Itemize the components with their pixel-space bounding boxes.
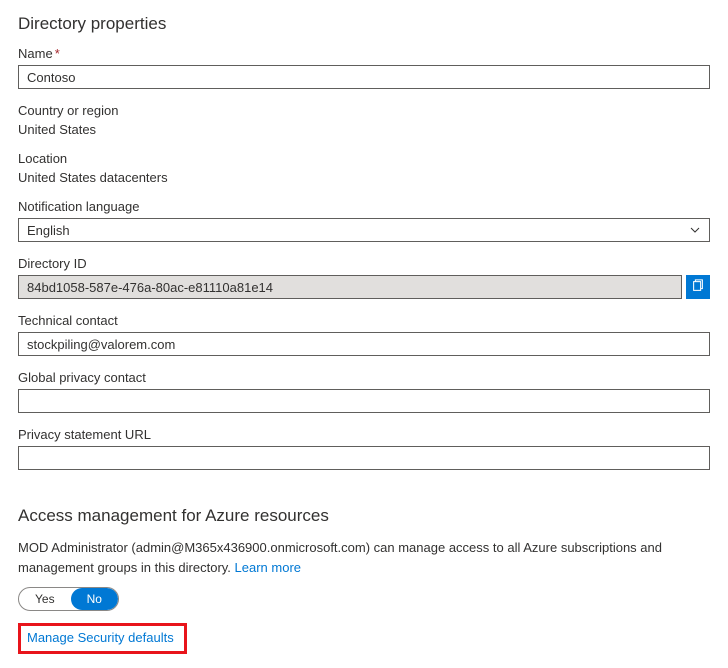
directory-id-value: 84bd1058-587e-476a-80ac-e81110a81e14 xyxy=(18,275,682,299)
privacy-contact-input[interactable] xyxy=(18,389,710,413)
required-mark: * xyxy=(55,46,60,61)
field-directory-id: Directory ID 84bd1058-587e-476a-80ac-e81… xyxy=(18,256,710,299)
country-value: United States xyxy=(18,122,710,137)
language-label: Notification language xyxy=(18,199,710,214)
language-selected: English xyxy=(27,223,70,238)
location-label: Location xyxy=(18,151,710,166)
name-label: Name* xyxy=(18,46,710,61)
name-input[interactable] xyxy=(18,65,710,89)
tech-contact-input[interactable] xyxy=(18,332,710,356)
language-select[interactable]: English xyxy=(18,218,710,242)
chevron-down-icon xyxy=(689,224,701,236)
privacy-url-label: Privacy statement URL xyxy=(18,427,710,442)
manage-security-highlight: Manage Security defaults xyxy=(18,623,187,654)
access-toggle[interactable]: Yes No xyxy=(18,587,119,611)
privacy-contact-label: Global privacy contact xyxy=(18,370,710,385)
manage-security-defaults-link[interactable]: Manage Security defaults xyxy=(27,630,174,645)
toggle-no[interactable]: No xyxy=(71,588,118,610)
field-name: Name* xyxy=(18,46,710,89)
country-label: Country or region xyxy=(18,103,710,118)
directory-id-label: Directory ID xyxy=(18,256,710,271)
field-tech-contact: Technical contact xyxy=(18,313,710,356)
copy-button[interactable] xyxy=(686,275,710,299)
access-description: MOD Administrator (admin@M365x436900.onm… xyxy=(18,538,710,577)
tech-contact-label: Technical contact xyxy=(18,313,710,328)
copy-icon xyxy=(691,279,705,296)
field-privacy-contact: Global privacy contact xyxy=(18,370,710,413)
field-language: Notification language English xyxy=(18,199,710,242)
field-privacy-url: Privacy statement URL xyxy=(18,427,710,470)
learn-more-link[interactable]: Learn more xyxy=(235,560,301,575)
privacy-url-input[interactable] xyxy=(18,446,710,470)
field-location: Location United States datacenters xyxy=(18,151,710,185)
toggle-yes[interactable]: Yes xyxy=(19,588,71,610)
access-management-title: Access management for Azure resources xyxy=(18,506,710,526)
location-value: United States datacenters xyxy=(18,170,710,185)
directory-properties-title: Directory properties xyxy=(18,14,710,34)
field-country: Country or region United States xyxy=(18,103,710,137)
